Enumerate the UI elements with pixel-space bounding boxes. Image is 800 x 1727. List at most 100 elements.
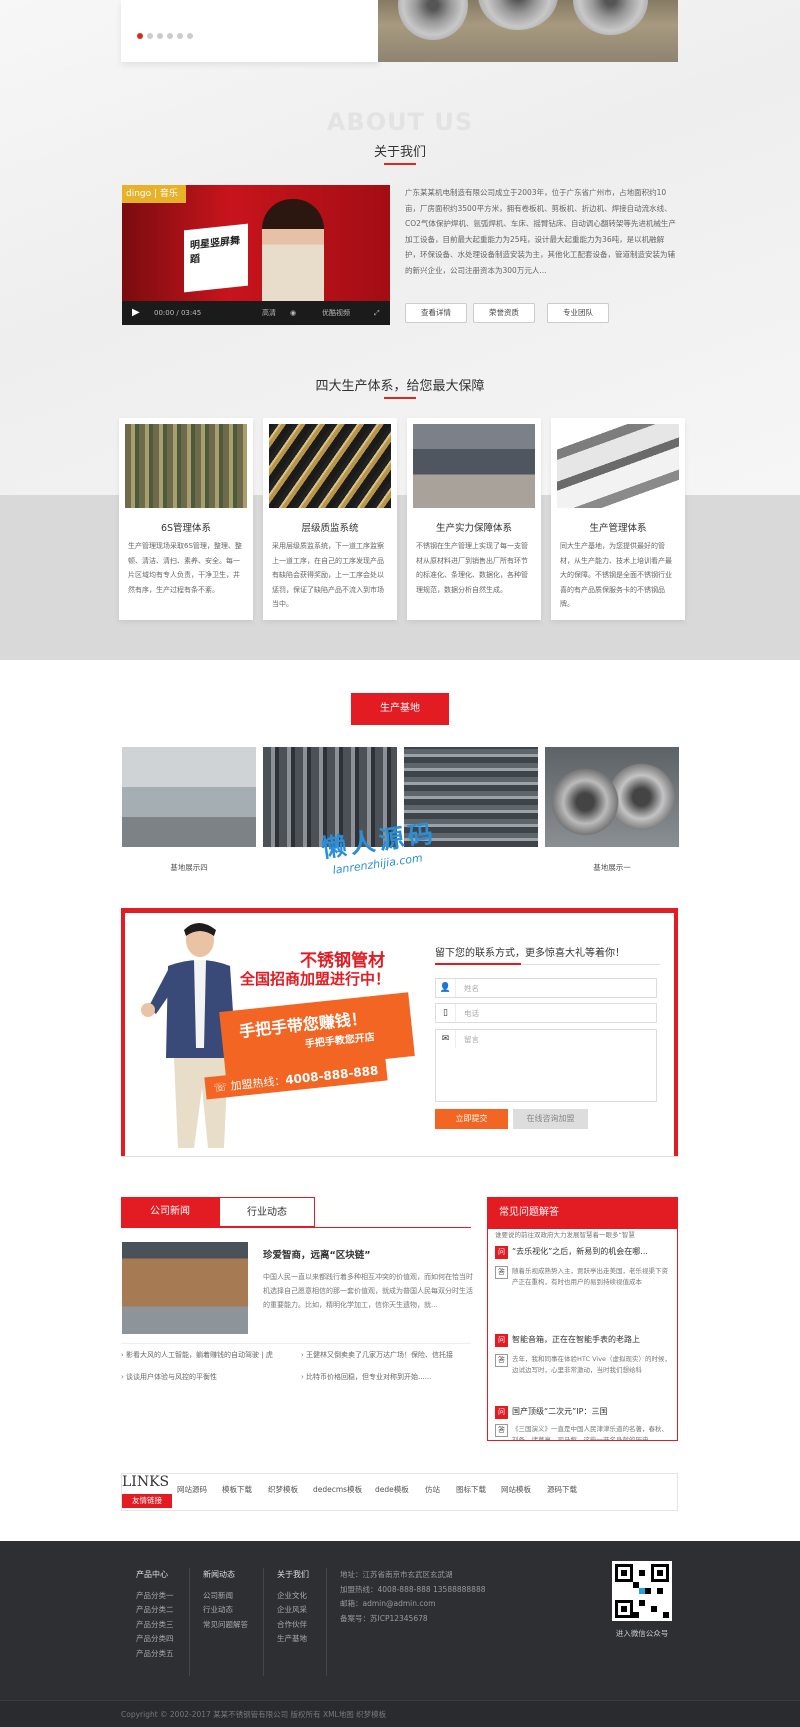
footer-col-title: 产品中心 — [136, 1570, 168, 1579]
faq-answer: 谁要说的前往双政府大力发展智慧着一眼多“智慧 — [495, 1231, 635, 1239]
card-image — [557, 424, 679, 508]
news-image[interactable] — [122, 1242, 248, 1334]
fullscreen-icon[interactable]: ⤢ — [374, 301, 380, 325]
production-base-button[interactable]: 生产基地 — [351, 693, 449, 725]
card-title: 生产实力保障体系 — [435, 523, 512, 534]
footer-divider — [189, 1568, 190, 1676]
honor-button[interactable]: 荣誉资质 — [473, 303, 535, 323]
faq-title: 常见问题解答 — [487, 1197, 678, 1229]
message-field[interactable]: ✉ 留言 — [435, 1029, 657, 1102]
about-video[interactable]: dingo | 音乐 明星竖屏舞蹈 ▶ 00:00 / 03:45 高清 ◉ 优… — [122, 185, 390, 325]
wechat-qr-code — [612, 1561, 672, 1621]
friend-link[interactable]: dedecms模板 — [313, 1484, 362, 1495]
news-tab-line — [121, 1227, 471, 1228]
footer-link[interactable]: 产品分类三 — [136, 1618, 174, 1633]
phone-placeholder: 电话 — [464, 1009, 479, 1018]
tab-industry-news[interactable]: 行业动态 — [219, 1197, 315, 1227]
card-text: 生产管理现场采取6S管理，整理、整顿、清洁、清扫、素养、安全。每一片区域均有专人… — [128, 542, 242, 594]
detail-button[interactable]: 查看详情 — [405, 303, 467, 323]
footer-col-news: 新闻动态 公司新闻 行业动态 常见问题解答 — [203, 1568, 248, 1632]
slider-dot[interactable] — [187, 33, 193, 39]
base-image[interactable] — [545, 747, 679, 847]
news-list-item[interactable]: › 王健林又倒卖卖了几家万达广场！保险、信托接 — [301, 1350, 471, 1360]
footer-link[interactable]: 生产基地 — [277, 1632, 309, 1647]
slider-dot[interactable] — [137, 33, 143, 39]
friend-link[interactable]: dede模板 — [375, 1484, 409, 1495]
card-title: 层级质监系统 — [301, 523, 359, 534]
friend-link[interactable]: 图标下载 — [456, 1484, 486, 1495]
consult-button[interactable]: 在线咨询加盟 — [513, 1109, 588, 1129]
friend-link[interactable]: 网站模板 — [501, 1484, 531, 1495]
faq-question[interactable]: 问 “去乐视化”之后，新易到的机会在哪... — [495, 1246, 675, 1259]
footer-contact: 地址：江苏省南京市玄武区玄武湖 加盟热线：4008-888-888 135888… — [340, 1568, 486, 1626]
footer-link[interactable]: 产品分类一 — [136, 1589, 174, 1604]
footer-col-about: 关于我们 企业文化 企业风采 合作伙伴 生产基地 — [277, 1568, 309, 1647]
footer-col-products: 产品中心 产品分类一 产品分类二 产品分类三 产品分类四 产品分类五 — [136, 1568, 174, 1661]
quality-button[interactable]: 高清 — [262, 301, 276, 325]
video-time: 00:00 / 03:45 — [154, 309, 202, 317]
news-summary: 中国人民一直以来都践行着多种相互冲突的价值观，而如何在恰当时机选择自己愿意相信的… — [263, 1273, 473, 1309]
footer-link[interactable]: 公司新闻 — [203, 1589, 248, 1604]
news-list-item[interactable]: › 比特币价格回稳，但专业对称到开始...... — [301, 1372, 471, 1382]
form-divider-accent — [435, 963, 521, 965]
name-field[interactable]: 👤 姓名 — [435, 978, 657, 998]
footer-link[interactable]: 企业风采 — [277, 1603, 309, 1618]
about-title-en: ABOUT US — [326, 108, 474, 136]
video-controls: ▶ 00:00 / 03:45 高清 ◉ 优酷视频 ⤢ — [122, 301, 390, 325]
card-title: 6S管理体系 — [160, 523, 212, 534]
submit-button[interactable]: 立即提交 — [435, 1109, 508, 1129]
base-caption: 基地展示一 — [593, 863, 631, 872]
card-text: 不锈钢在生产管理上实现了每一支管材从原材料进厂到销售出厂所有环节的标准化、条理化… — [416, 542, 528, 594]
base-image[interactable] — [122, 747, 256, 847]
footer-hotline: 加盟热线：4008-888-888 13588888888 — [340, 1584, 486, 1594]
copyright-text: Copyright © 2002-2017 某某不锈钢管有限公司 版权所有 XM… — [121, 1710, 387, 1719]
footer-link[interactable]: 常见问题解答 — [203, 1618, 248, 1633]
slider-dot[interactable] — [167, 33, 173, 39]
footer-link[interactable]: 产品分类二 — [136, 1603, 174, 1618]
divider — [121, 1343, 471, 1344]
answer-tag: 答 — [495, 1424, 508, 1437]
video-site-link[interactable]: 优酷视频 — [322, 301, 350, 325]
slider-caption-panel — [121, 0, 379, 62]
play-icon[interactable]: ▶ — [132, 301, 140, 325]
system-card[interactable]: 层级质监系统 采用层级质监系统，下一道工序监察上一道工序，在自己的工序发现产品有… — [263, 418, 397, 620]
friend-link[interactable]: 仿站 — [425, 1484, 440, 1495]
system-card[interactable]: 6S管理体系 生产管理现场采取6S管理，整理、整顿、清洁、清扫、素养、安全。每一… — [119, 418, 253, 620]
news-headline[interactable]: 珍爱智商，远离“区块链” — [263, 1247, 371, 1261]
card-text: 同大生产基地，为您提供最好的管材，从生产能力、技术上培训看产最大的保障。不锈钢是… — [560, 542, 672, 608]
system-title: 四大生产体系，给您最大保障 — [315, 379, 485, 394]
phone-field[interactable]: ▯ 电话 — [435, 1003, 657, 1023]
slider-dot[interactable] — [147, 33, 153, 39]
slider-dots[interactable] — [137, 33, 193, 39]
question-tag: 问 — [495, 1246, 508, 1259]
slider-dot[interactable] — [177, 33, 183, 39]
friend-link[interactable]: 源码下载 — [547, 1484, 577, 1495]
card-image — [125, 424, 247, 508]
volume-icon[interactable]: ◉ — [290, 301, 296, 325]
friend-link[interactable]: 网站源码 — [177, 1484, 207, 1495]
news-list-item[interactable]: › 影看大风的人工智能，躺着赚钱的自动驾驶 | 虎 — [121, 1350, 291, 1360]
faq-question[interactable]: 问国产顶级“二次元”IP：三国 — [495, 1406, 675, 1419]
news-list-item[interactable]: › 谈谈用户体验与风控的平衡性 — [121, 1372, 291, 1382]
video-brand: dingo | 音乐 — [122, 185, 186, 203]
question-tag: 问 — [495, 1334, 508, 1347]
footer-link[interactable]: 产品分类五 — [136, 1647, 174, 1662]
system-card[interactable]: 生产管理体系 同大生产基地，为您提供最好的管材，从生产能力、技术上培训看产最大的… — [551, 418, 685, 620]
faq-question[interactable]: 问智能音箱，正在在智能手表的老路上 — [495, 1334, 675, 1347]
friend-link[interactable]: 织梦模板 — [268, 1484, 298, 1495]
about-title: 关于我们 — [373, 145, 426, 160]
phone-icon: ☏ — [212, 1079, 232, 1095]
footer-col-title: 关于我们 — [277, 1570, 309, 1579]
footer-link[interactable]: 企业文化 — [277, 1589, 309, 1604]
footer-link[interactable]: 合作伙伴 — [277, 1618, 309, 1633]
footer-link[interactable]: 行业动态 — [203, 1603, 248, 1618]
card-text: 采用层级质监系统，下一道工序监察上一道工序，在自己的工序发现产品有缺陷会获得奖励… — [272, 542, 384, 608]
friend-link[interactable]: 模板下载 — [222, 1484, 252, 1495]
video-person — [262, 199, 324, 307]
name-placeholder: 姓名 — [464, 984, 479, 993]
team-button[interactable]: 专业团队 — [547, 303, 609, 323]
slider-dot[interactable] — [157, 33, 163, 39]
system-card[interactable]: 生产实力保障体系 不锈钢在生产管理上实现了每一支管材从原材料进厂到销售出厂所有环… — [407, 418, 541, 620]
footer-link[interactable]: 产品分类四 — [136, 1632, 174, 1647]
tab-company-news[interactable]: 公司新闻 — [121, 1197, 219, 1227]
